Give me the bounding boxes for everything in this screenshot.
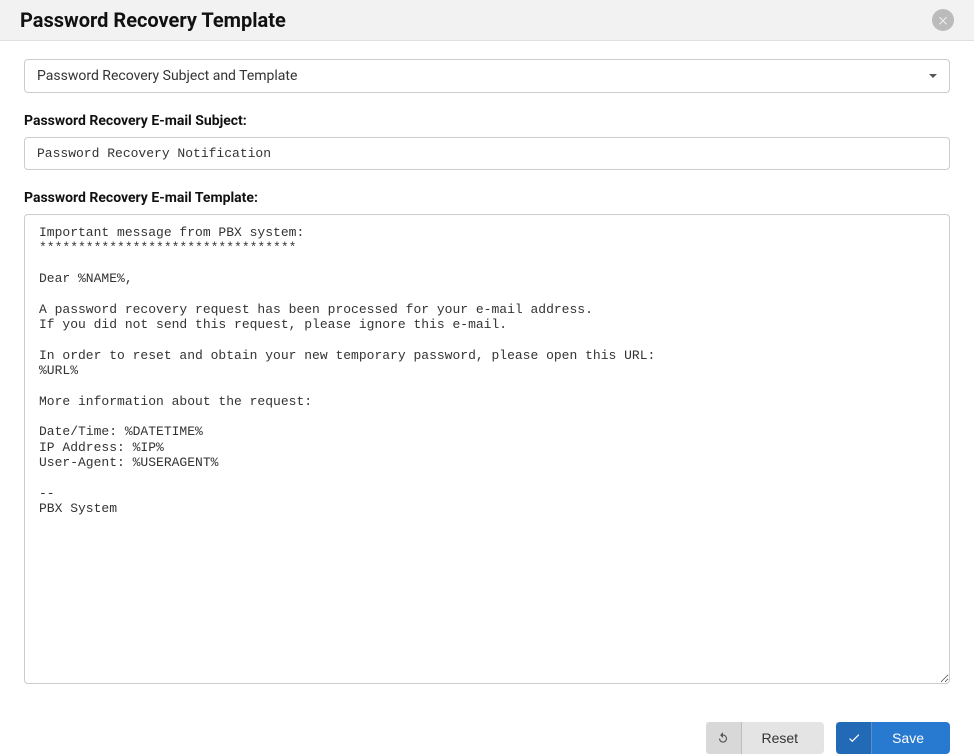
- check-icon: [847, 731, 861, 745]
- template-textarea[interactable]: [24, 214, 950, 684]
- page-title: Password Recovery Template: [20, 8, 286, 32]
- save-button-label: Save: [884, 730, 932, 746]
- reset-button[interactable]: Reset: [706, 722, 825, 754]
- subject-label: Password Recovery E-mail Subject:: [24, 113, 950, 129]
- reset-button-label: Reset: [754, 730, 807, 746]
- template-dropdown[interactable]: Password Recovery Subject and Template: [24, 59, 950, 93]
- chevron-down-icon: [929, 74, 937, 78]
- save-button[interactable]: Save: [836, 722, 950, 754]
- dropdown-selected-label: Password Recovery Subject and Template: [37, 68, 297, 84]
- subject-input[interactable]: [24, 137, 950, 170]
- close-icon[interactable]: [932, 9, 954, 31]
- undo-icon: [716, 731, 730, 745]
- template-label: Password Recovery E-mail Template:: [24, 190, 950, 206]
